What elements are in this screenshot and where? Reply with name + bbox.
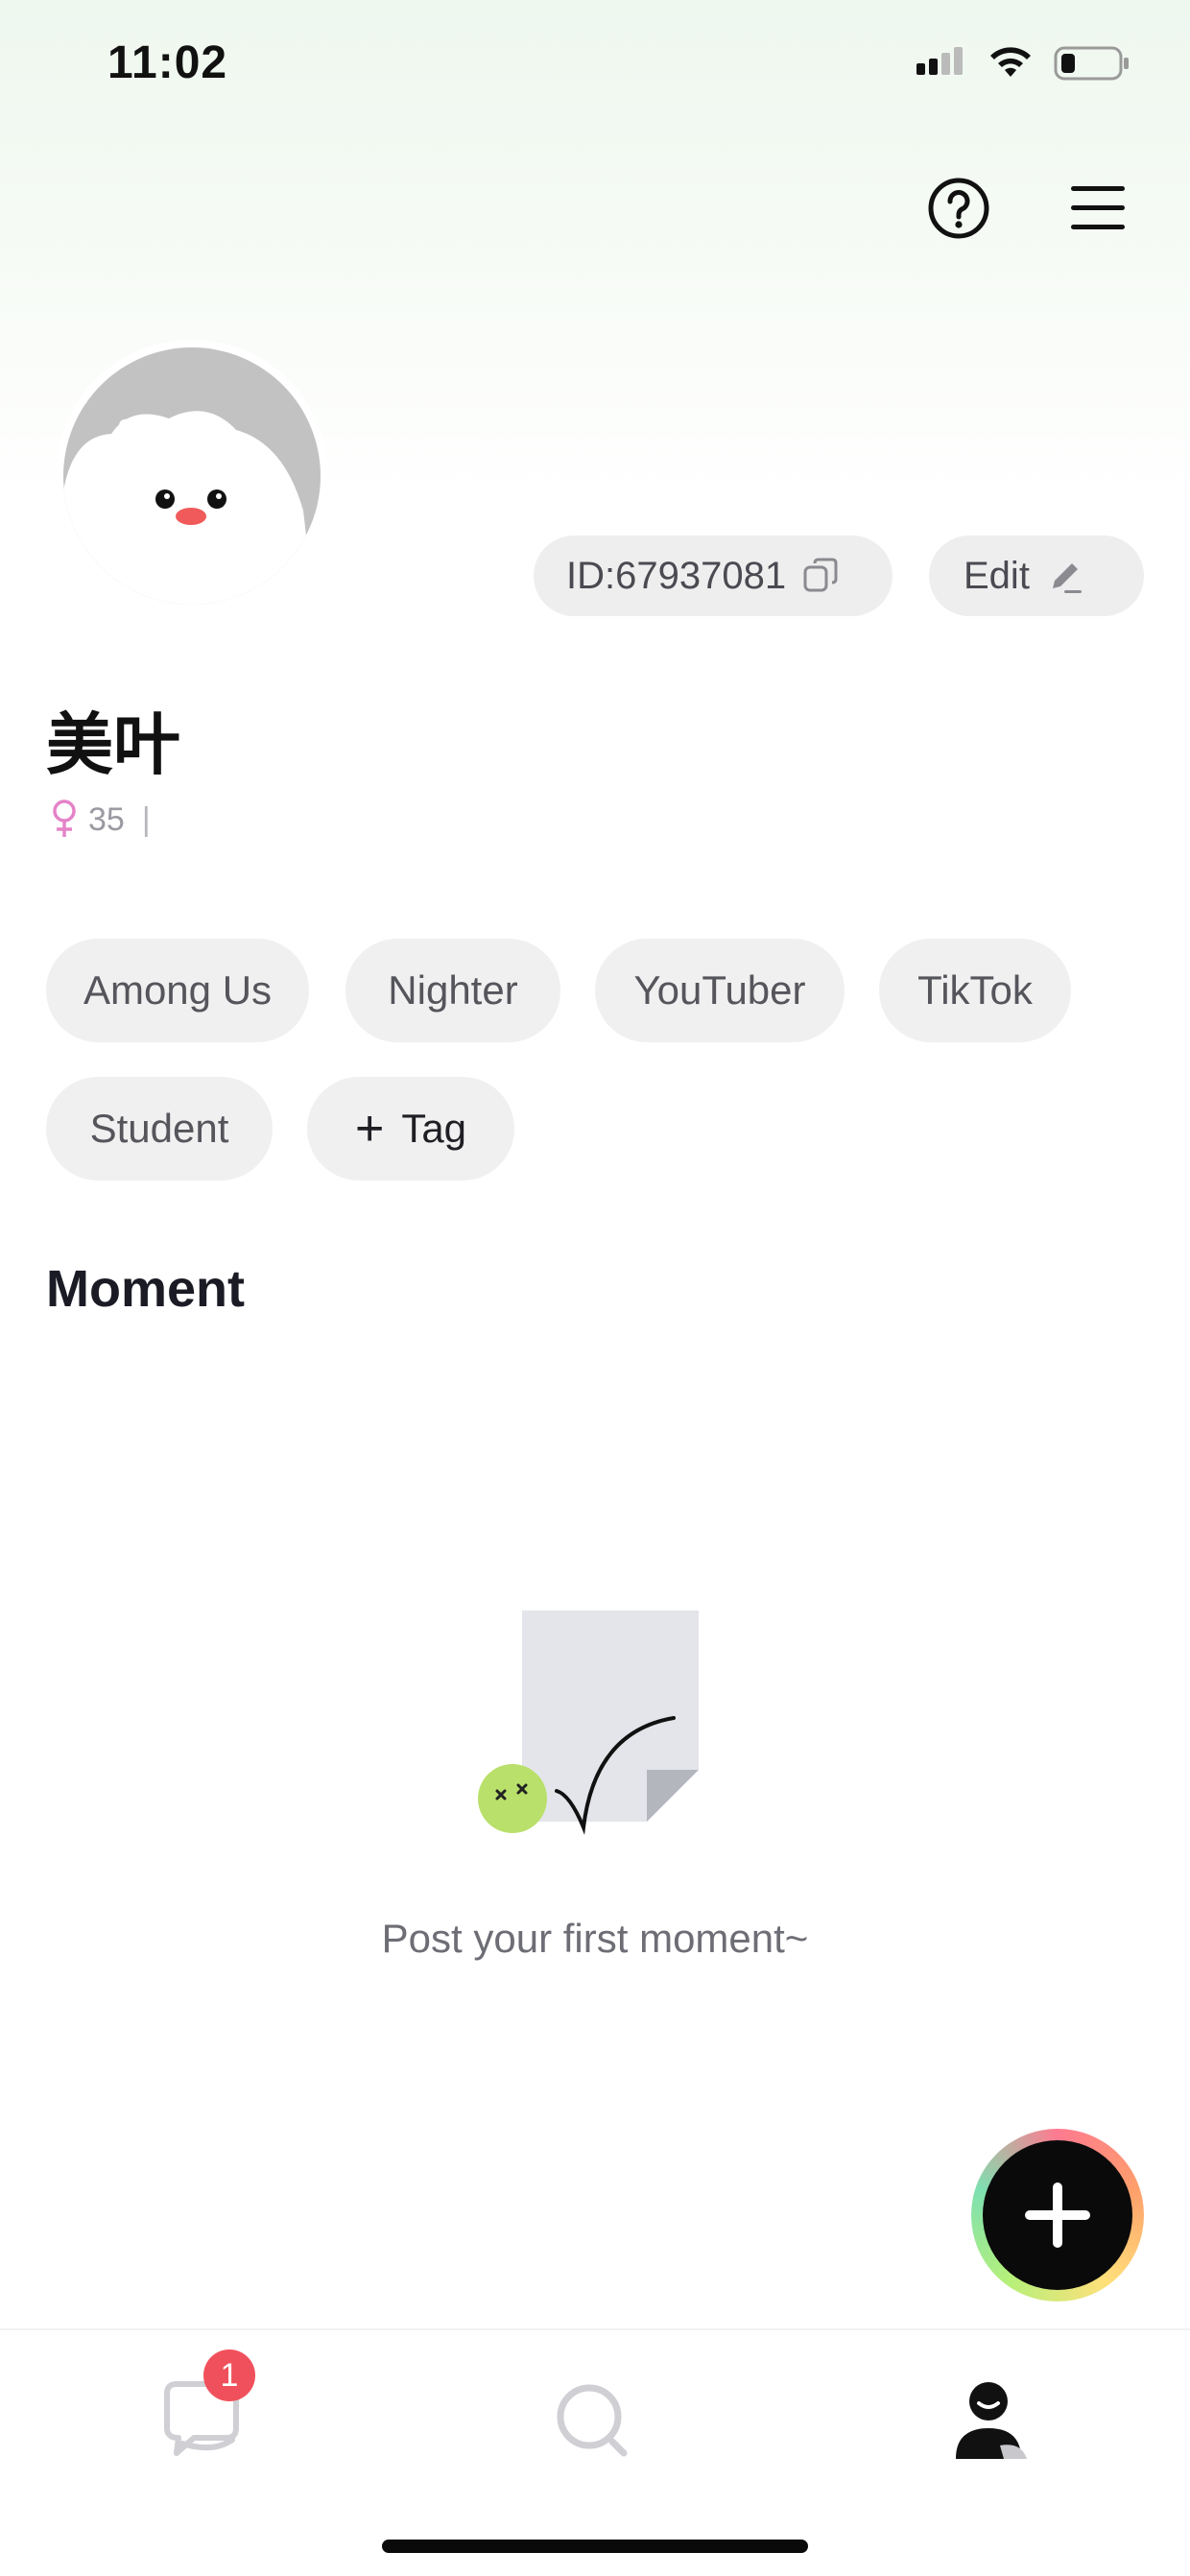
copy-icon[interactable] — [801, 556, 842, 596]
signal-icon — [916, 47, 963, 75]
tag-among-us[interactable]: Among Us — [46, 939, 309, 1042]
edit-profile-button[interactable]: Edit — [929, 536, 1144, 616]
profile-screen: 11:02 ID:67937081 Edit 美叶 35 | Among Us … — [0, 0, 1190, 2576]
create-moment-fab[interactable] — [971, 2129, 1144, 2302]
profile-icon[interactable] — [940, 2373, 1036, 2469]
tag-tiktok[interactable]: TikTok — [879, 939, 1071, 1042]
plus-icon: + — [354, 1101, 385, 1157]
profile-name: 美叶 — [46, 707, 180, 782]
plus-icon — [1025, 2182, 1090, 2248]
tag-nighter[interactable]: Nighter — [345, 939, 560, 1042]
fab-inner[interactable] — [983, 2140, 1132, 2290]
wifi-icon — [990, 47, 1031, 77]
gender-age-row: 35 | — [50, 799, 151, 841]
add-tag-button[interactable]: + Tag — [307, 1077, 514, 1181]
pencil-icon — [1052, 563, 1082, 593]
avatar[interactable] — [56, 340, 328, 612]
age-label: 35 — [88, 800, 125, 838]
empty-moments-text: Post your first moment~ — [381, 1916, 809, 1961]
empty-moments-illustration — [478, 1610, 699, 1835]
separator: | — [141, 800, 151, 838]
moment-section-title: Moment — [46, 1260, 245, 1318]
help-icon[interactable] — [927, 177, 990, 240]
add-tag-label: Tag — [401, 1106, 467, 1151]
user-id-pill[interactable]: ID:67937081 — [534, 536, 892, 616]
user-id-label: ID:67937081 — [566, 554, 787, 597]
battery-icon — [1054, 46, 1129, 81]
home-indicator — [382, 2540, 808, 2553]
menu-icon[interactable] — [1069, 182, 1127, 232]
search-icon[interactable] — [545, 2373, 641, 2469]
tag-youtuber[interactable]: YouTuber — [595, 939, 845, 1042]
edit-label: Edit — [964, 554, 1030, 597]
tag-student[interactable]: Student — [46, 1077, 273, 1181]
status-time: 11:02 — [107, 37, 228, 88]
chat-unread-badge: 1 — [203, 2349, 255, 2401]
female-icon — [53, 799, 76, 837]
